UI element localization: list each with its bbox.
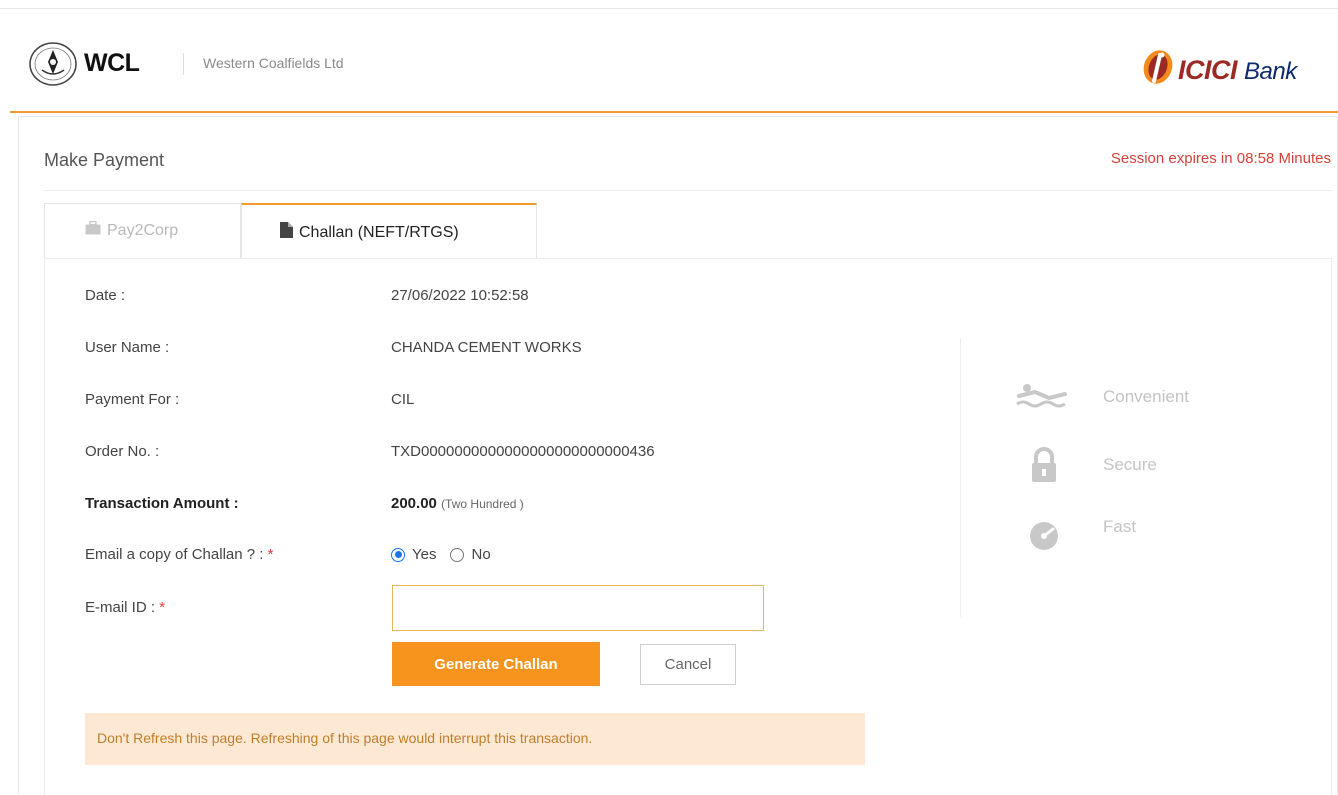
amount-in-words: (Two Hundred ) — [441, 497, 524, 511]
icici-brand-text: ICICI — [1178, 55, 1238, 85]
header-divider — [183, 53, 184, 75]
tab-challan[interactable]: Challan (NEFT/RTGS) — [241, 203, 537, 259]
payment-for-label: Payment For : — [85, 391, 180, 408]
company-name: Western Coalfields Ltd — [203, 55, 344, 71]
email-id-label: E-mail ID : * — [85, 599, 165, 616]
user-name-value: CHANDA CEMENT WORKS — [391, 339, 582, 356]
wcl-logo-text: WCL — [84, 49, 140, 77]
lock-icon — [1015, 447, 1073, 483]
user-name-label: User Name : — [85, 339, 170, 356]
feature-fast-label: Fast — [1103, 517, 1137, 536]
features-divider — [960, 339, 961, 617]
radio-yes-label[interactable]: Yes — [412, 546, 436, 563]
header-accent-line — [10, 111, 1338, 113]
feature-fast: Fast — [1015, 517, 1136, 553]
challan-panel: Date : 27/06/2022 10:52:58 User Name : C… — [44, 258, 1332, 795]
tab-pay2corp-label: Pay2Corp — [107, 221, 179, 239]
icici-bank-logo: ICICI Bank — [1138, 45, 1334, 91]
document-icon — [280, 222, 293, 243]
radio-yes[interactable] — [391, 547, 405, 562]
transaction-amount: 200.00 (Two Hundred ) — [391, 495, 524, 512]
date-value: 27/06/2022 10:52:58 — [391, 287, 529, 304]
feature-secure-label: Secure — [1103, 455, 1157, 474]
email-copy-label: Email a copy of Challan ? : * — [85, 546, 273, 563]
bank-suffix-text: Bank — [1244, 58, 1297, 85]
swimmer-icon — [1015, 379, 1073, 415]
cancel-button[interactable]: Cancel — [640, 644, 736, 685]
briefcase-icon — [85, 220, 101, 240]
radio-no[interactable] — [450, 547, 465, 562]
email-copy-label-text: Email a copy of Challan ? : — [85, 546, 264, 563]
email-copy-radio-group: Yes No — [391, 546, 505, 563]
wcl-emblem-logo — [28, 40, 78, 88]
page-header: WCL Western Coalfields Ltd ICICI Bank — [0, 9, 1338, 113]
email-id-label-text: E-mail ID : — [85, 599, 156, 616]
date-label: Date : — [85, 287, 126, 304]
tab-pay2corp[interactable]: Pay2Corp — [44, 203, 241, 259]
feature-secure: Secure — [1015, 447, 1157, 483]
required-mark: * — [159, 599, 166, 616]
generate-challan-button[interactable]: Generate Challan — [392, 642, 600, 686]
speedometer-icon — [1015, 517, 1073, 553]
session-timer: Session expires in 08:58 Minutes — [1110, 150, 1331, 167]
feature-convenient-label: Convenient — [1103, 387, 1190, 406]
payment-for-value: CIL — [391, 391, 415, 408]
email-field[interactable] — [392, 585, 764, 631]
title-divider — [44, 190, 1332, 191]
refresh-warning: Don't Refresh this page. Refreshing of t… — [85, 713, 865, 765]
page-title: Make Payment — [44, 150, 165, 170]
transaction-amount-label: Transaction Amount : — [85, 495, 239, 512]
required-mark: * — [267, 546, 274, 563]
order-no-value: TXD0000000000000000000000000436 — [391, 443, 655, 460]
payment-card: Make Payment Session expires in 08:58 Mi… — [18, 116, 1338, 795]
amount-value: 200.00 — [391, 495, 437, 512]
radio-no-label[interactable]: No — [471, 546, 490, 563]
order-no-label: Order No. : — [85, 443, 160, 460]
feature-convenient: Convenient — [1015, 379, 1189, 415]
tab-challan-label: Challan (NEFT/RTGS) — [299, 223, 459, 241]
